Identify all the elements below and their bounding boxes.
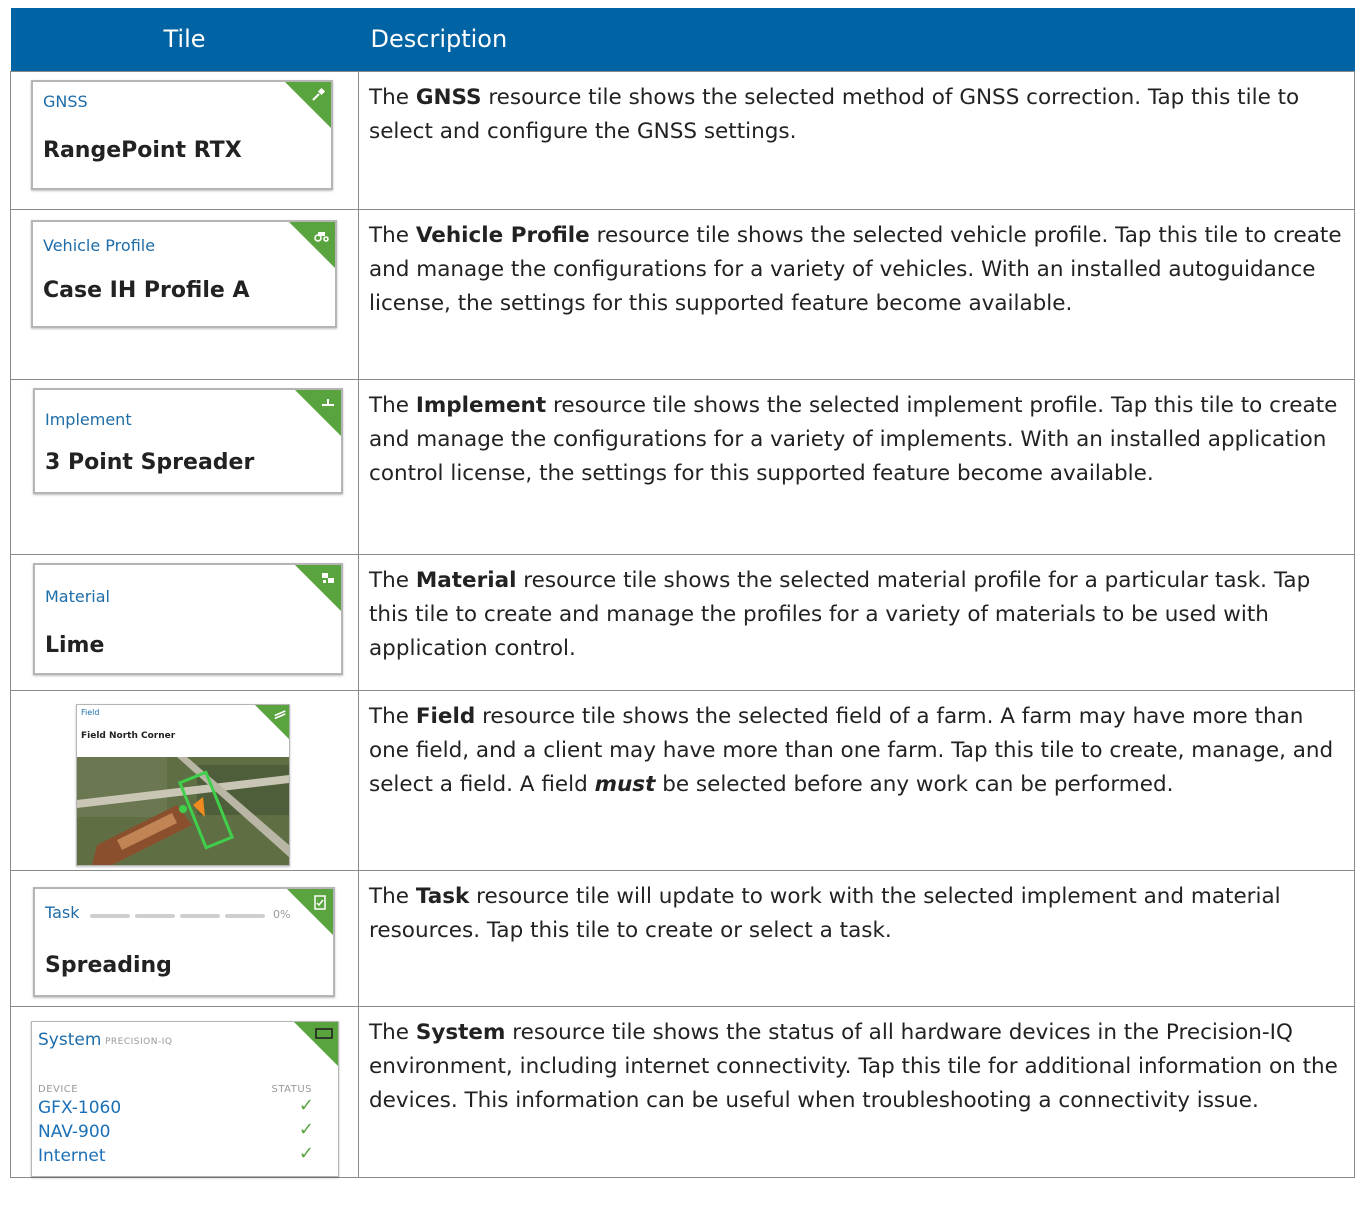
tile-label: Implement: [45, 409, 132, 429]
table-header-row: Tile Description: [10, 8, 1355, 71]
desc-text: The: [369, 567, 416, 593]
tile-label: Material: [45, 586, 110, 606]
table-row: Implement 3 Point Spreader The Implement…: [10, 378, 1355, 555]
tile-cell: Material Lime: [10, 553, 359, 691]
device-column-header: DEVICE: [38, 1083, 79, 1095]
material-icon: [322, 572, 334, 583]
tractor-icon: [314, 231, 329, 242]
progress-percent: 0%: [273, 907, 291, 921]
description-cell: The System resource tile shows the statu…: [358, 1005, 1355, 1178]
status-column-header: STATUS: [271, 1083, 312, 1095]
tile-cell: Field Field North Corner: [10, 689, 359, 871]
desc-bold: Vehicle Profile: [415, 222, 590, 248]
desc-text: resource tile shows the status of all ha…: [369, 1019, 1338, 1113]
desc-bold: Implement: [415, 392, 547, 418]
tile-value: Case IH Profile A: [43, 277, 250, 303]
tile-cell: Implement 3 Point Spreader: [10, 378, 359, 555]
desc-text: resource tile shows the selected method …: [369, 84, 1300, 144]
desc-text: The: [369, 703, 416, 729]
table-row: Material Lime The Material resource tile…: [10, 553, 1355, 691]
desc-text: be selected before any work can be perfo…: [655, 771, 1174, 797]
display-icon: [315, 1027, 333, 1039]
description-cell: The Field resource tile shows the select…: [358, 689, 1355, 871]
device-name: Internet: [38, 1145, 106, 1166]
field-tile[interactable]: Field Field North Corner: [76, 703, 290, 866]
tile-label: GNSS: [43, 91, 88, 111]
tile-value: Lime: [45, 632, 105, 658]
table-row: Vehicle Profile Case IH Profile A The Ve…: [10, 208, 1355, 380]
check-icon: ✓: [298, 1094, 314, 1116]
tile-cell: Task 0% Spreading: [10, 869, 359, 1007]
implement-tile[interactable]: Implement 3 Point Spreader: [33, 387, 343, 494]
table-row: System PRECISION-IQ DEVICE STATUS GFX-10…: [10, 1005, 1355, 1178]
desc-bold: System: [415, 1019, 506, 1045]
tile-value: Field North Corner: [81, 730, 176, 741]
desc-text: resource tile will update to work with t…: [369, 883, 1281, 943]
desc-text: The: [369, 84, 416, 110]
tile-value: Spreading: [45, 952, 172, 978]
table-row: GNSS RangePoint RTX The GNSS resource ti…: [10, 70, 1355, 210]
desc-bold: Field: [415, 703, 476, 729]
table-row: Field Field North Corner The Field resou…: [10, 689, 1355, 871]
tile-label: Task: [45, 902, 80, 922]
progress-segment: [135, 913, 175, 918]
check-icon: ✓: [298, 1142, 314, 1164]
material-tile[interactable]: Material Lime: [33, 562, 343, 675]
check-icon: ✓: [298, 1118, 314, 1140]
tile-label: Vehicle Profile: [43, 235, 156, 255]
desc-text: The: [369, 222, 416, 248]
clipboard-check-icon: [314, 894, 326, 910]
tile-value: 3 Point Spreader: [45, 449, 255, 475]
desc-bold: GNSS: [415, 84, 482, 110]
device-name: NAV-900: [38, 1121, 111, 1142]
task-tile[interactable]: Task 0% Spreading: [33, 886, 335, 997]
desc-bold: Material: [415, 567, 517, 593]
description-cell: The GNSS resource tile shows the selecte…: [358, 70, 1355, 210]
tile-cell: System PRECISION-IQ DEVICE STATUS GFX-10…: [10, 1005, 359, 1178]
description-cell: The Material resource tile shows the sel…: [358, 553, 1355, 691]
system-tile[interactable]: System PRECISION-IQ DEVICE STATUS GFX-10…: [31, 1020, 339, 1177]
tile-value: RangePoint RTX: [43, 137, 242, 163]
desc-text: The: [369, 392, 416, 418]
desc-bold: Task: [415, 883, 470, 909]
description-cell: The Implement resource tile shows the se…: [358, 378, 1355, 555]
desc-text: The: [369, 1019, 416, 1045]
column-header-description: Description: [358, 8, 1355, 71]
progress-segment: [225, 913, 265, 918]
tile-cell: Vehicle Profile Case IH Profile A: [10, 208, 359, 380]
description-cell: The Task resource tile will update to wo…: [358, 869, 1355, 1007]
tile-cell: GNSS RangePoint RTX: [10, 70, 359, 210]
tile-sublabel: PRECISION-IQ: [105, 1036, 173, 1047]
field-icon: [274, 709, 286, 719]
device-name: GFX-1060: [38, 1097, 122, 1118]
description-cell: The Vehicle Profile resource tile shows …: [358, 208, 1355, 380]
tile-label: System: [38, 1029, 102, 1050]
vehicle-profile-tile[interactable]: Vehicle Profile Case IH Profile A: [31, 219, 337, 328]
progress-segment: [90, 913, 130, 918]
desc-text: The: [369, 883, 416, 909]
column-header-tile: Tile: [10, 8, 359, 71]
desc-emphasis: must: [594, 771, 656, 797]
tile-label: Field: [81, 707, 100, 717]
resource-tiles-table: Tile Description GNSS RangePoint RTX The…: [10, 8, 1355, 1178]
progress-segment: [180, 913, 220, 918]
satellite-icon: [312, 87, 326, 101]
implement-icon: [322, 398, 334, 406]
gnss-tile[interactable]: GNSS RangePoint RTX: [31, 79, 333, 190]
table-row: Task 0% Spreading The Task resource tile…: [10, 869, 1355, 1007]
